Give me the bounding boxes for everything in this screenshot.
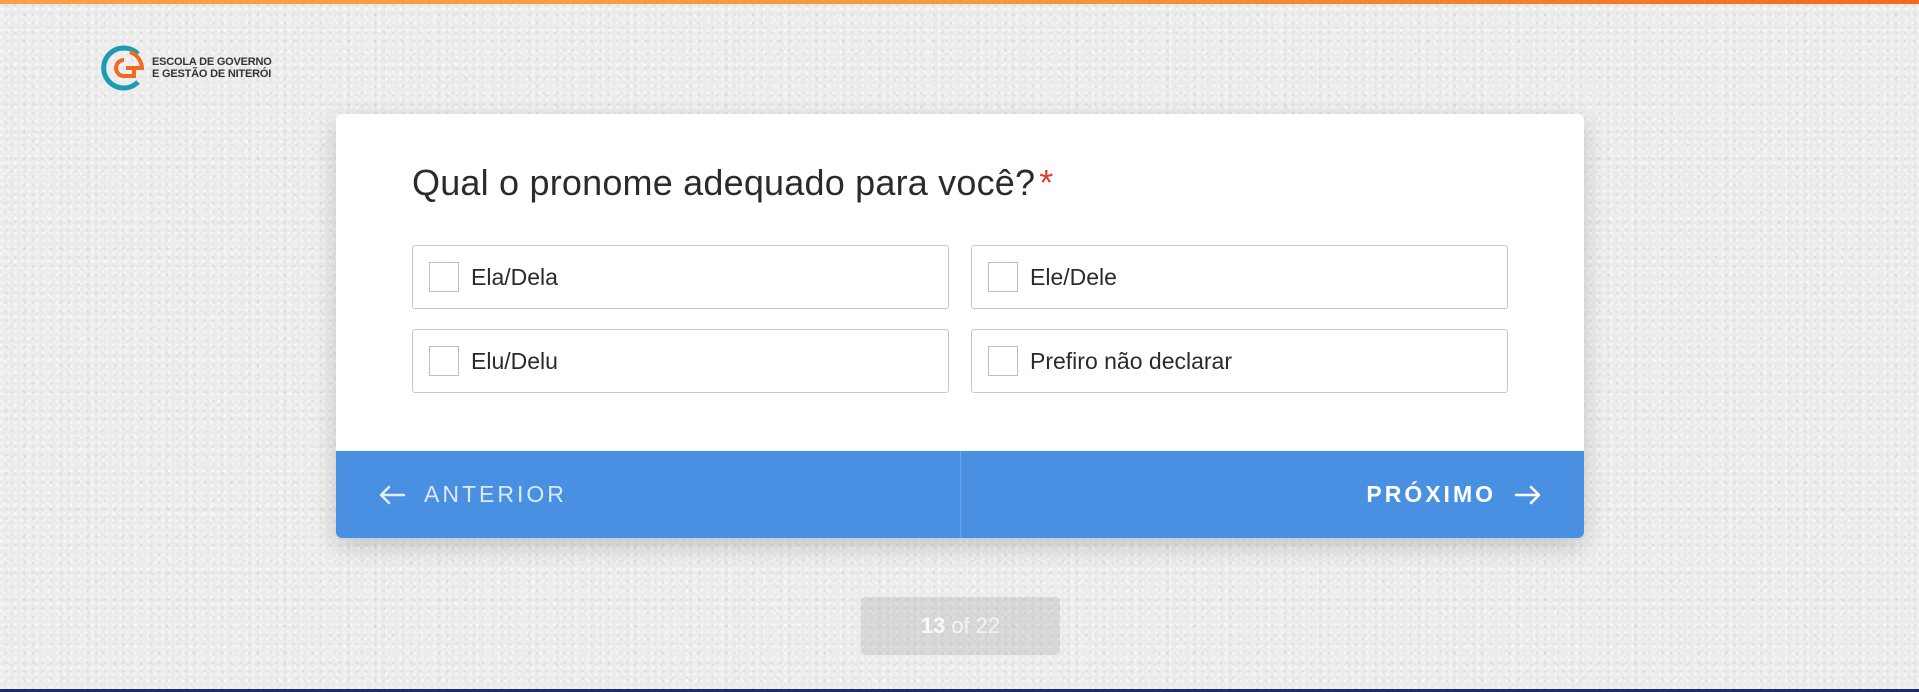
checkbox[interactable] (988, 346, 1018, 376)
next-button[interactable]: PRÓXIMO (961, 451, 1585, 538)
eg-logo-icon (101, 45, 145, 91)
checkbox[interactable] (429, 346, 459, 376)
logo-line-1: ESCOLA DE GOVERNO (152, 56, 272, 68)
option-prefiro-nao-declarar[interactable]: Prefiro não declarar (971, 329, 1508, 393)
arrow-right-icon (1514, 485, 1542, 505)
option-label: Elu/Delu (471, 347, 558, 374)
page-total: 22 (975, 613, 1001, 638)
logo: ESCOLA DE GOVERNO E GESTÃO DE NITERÓI (100, 44, 272, 92)
required-marker: * (1039, 162, 1054, 203)
previous-label: ANTERIOR (424, 481, 567, 507)
logo-text: ESCOLA DE GOVERNO E GESTÃO DE NITERÓI (152, 56, 272, 80)
option-ela-dela[interactable]: Ela/Dela (412, 245, 949, 309)
progress-bar (0, 0, 1919, 4)
page-indicator: 13 of 22 (861, 597, 1060, 655)
option-ele-dele[interactable]: Ele/Dele (971, 245, 1508, 309)
question-title: Qual o pronome adequado para você? * (412, 162, 1053, 204)
options-list: Ela/Dela Ele/Dele Elu/Delu Prefiro não d… (412, 245, 1509, 393)
option-label: Prefiro não declarar (1030, 347, 1232, 374)
next-label: PRÓXIMO (1366, 481, 1496, 507)
logo-line-2: E GESTÃO DE NITERÓI (152, 68, 272, 80)
option-elu-delu[interactable]: Elu/Delu (412, 329, 949, 393)
checkbox[interactable] (988, 262, 1018, 292)
previous-button[interactable]: ANTERIOR (336, 451, 961, 538)
navigation-bar: ANTERIOR PRÓXIMO (336, 451, 1584, 538)
page-of: of (951, 613, 970, 638)
option-label: Ele/Dele (1030, 263, 1117, 290)
question-text: Qual o pronome adequado para você? (412, 162, 1036, 203)
arrow-left-icon (378, 485, 406, 505)
question-card: Qual o pronome adequado para você? * Ela/… (336, 114, 1584, 538)
option-label: Ela/Dela (471, 263, 558, 290)
checkbox[interactable] (429, 262, 459, 292)
page-current: 13 (920, 613, 946, 638)
